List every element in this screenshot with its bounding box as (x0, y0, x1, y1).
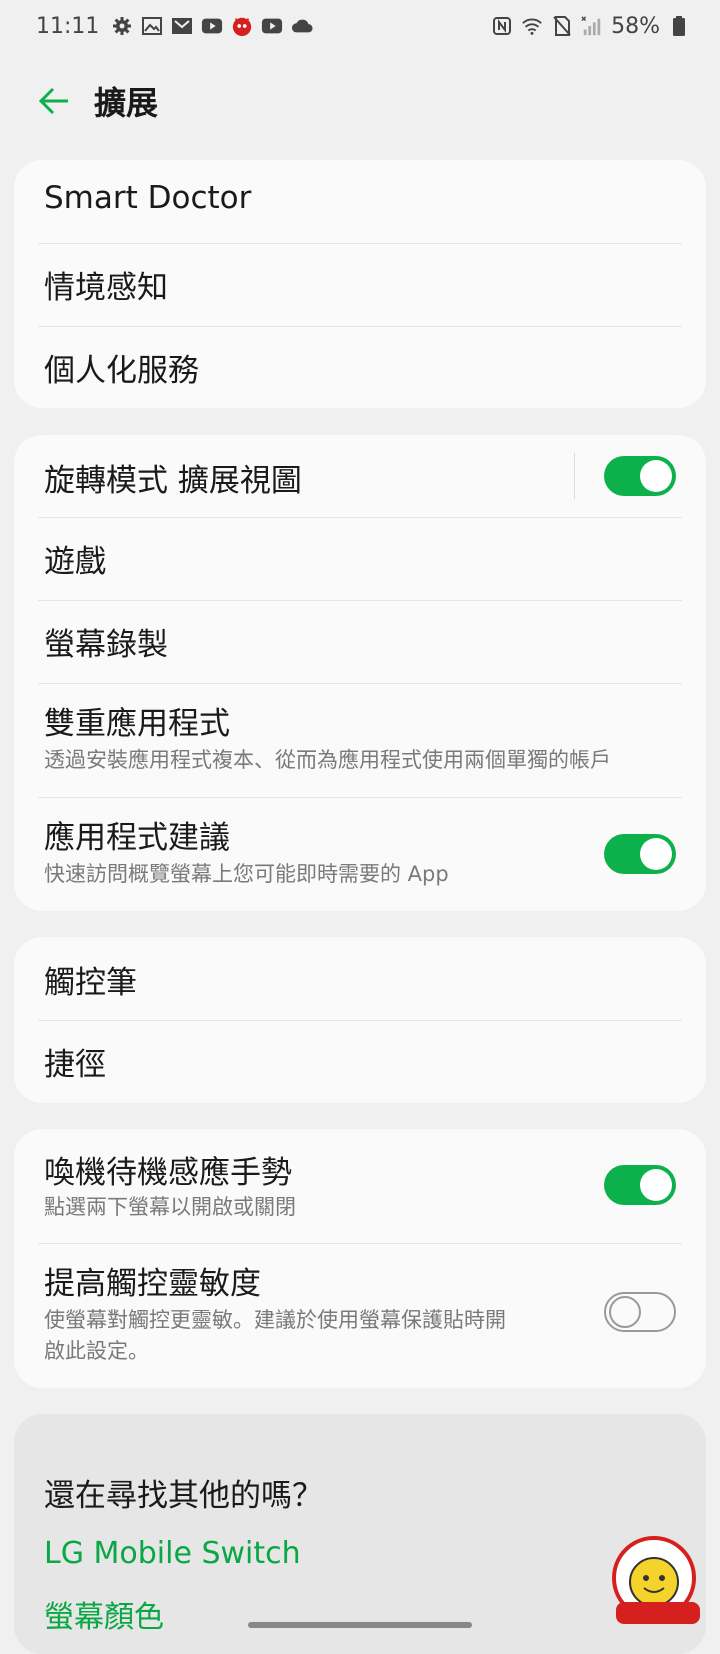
list-item-label: 雙重應用程式 (44, 706, 230, 742)
list-item-label: 提高觸控靈敏度 (44, 1266, 261, 1302)
list-item-knock-on[interactable]: 喚機待機感應手勢 點選兩下螢幕以開啟或關閉 (14, 1129, 706, 1243)
list-item-description-line1: 使螢幕對觸控更靈敏。建議於使用螢幕保護貼時開 (44, 1308, 506, 1332)
toggle-knob (609, 1296, 641, 1328)
settings-group-4: 喚機待機感應手勢 點選兩下螢幕以開啟或關閉 提高觸控靈敏度 使螢幕對觸控更靈敏。… (14, 1129, 706, 1388)
looking-for-more-card: 還在尋找其他的嗎？ LG Mobile Switch 螢幕顏色 (14, 1414, 706, 1654)
list-item-dual-app[interactable]: 雙重應用程式 透過安裝應用程式複本、從而為應用程式使用兩個單獨的帳戶 (14, 684, 706, 797)
more-title: 還在尋找其他的嗎？ (44, 1478, 323, 1514)
no-sim-icon (551, 15, 573, 37)
list-item-label: 個人化服務 (44, 353, 199, 389)
list-item-smart-doctor[interactable]: Smart Doctor (14, 160, 706, 243)
list-item-stylus[interactable]: 觸控筆 (14, 937, 706, 1020)
list-item-label: 捷徑 (44, 1047, 106, 1083)
youtube-icon (201, 15, 223, 37)
page-title: 擴展 (94, 84, 159, 122)
list-item-personalization[interactable]: 個人化服務 (14, 327, 706, 408)
eprice-watermark-logo (606, 1536, 706, 1628)
toggle-knob (640, 838, 672, 870)
list-item-label: 應用程式建議 (44, 820, 230, 856)
status-bar-right: 58% (491, 14, 690, 39)
toggle-switch[interactable] (604, 1165, 676, 1205)
status-time: 11:11 (36, 13, 100, 39)
list-item-description: 快速訪問概覽螢幕上您可能即時需要的 App (44, 862, 449, 886)
toggle-knob (640, 1169, 672, 1201)
youtube-icon (261, 15, 283, 37)
list-item-label: 觸控筆 (44, 965, 137, 1001)
list-item-label: 遊戲 (44, 544, 106, 580)
list-item-rotation-extended-view[interactable]: 旋轉模式 擴展視圖 (14, 435, 706, 517)
nfc-icon (491, 15, 513, 37)
list-item-screen-recording[interactable]: 螢幕錄製 (14, 601, 706, 683)
toggle-switch[interactable] (604, 1292, 676, 1332)
settings-group-2: 旋轉模式 擴展視圖 遊戲 螢幕錄製 雙重應用程式 透過安裝應用程式複本、從而為應… (14, 435, 706, 911)
list-item-label: 螢幕錄製 (44, 627, 168, 663)
settings-group-1: Smart Doctor 情境感知 個人化服務 (14, 160, 706, 408)
list-item-shortcuts[interactable]: 捷徑 (14, 1021, 706, 1103)
list-item-label: 情境感知 (44, 270, 168, 306)
list-item-touch-sensitivity[interactable]: 提高觸控靈敏度 使螢幕對觸控更靈敏。建議於使用螢幕保護貼時開 啟此設定。 (14, 1244, 706, 1388)
back-button[interactable] (36, 83, 72, 119)
cloud-icon (291, 15, 313, 37)
home-indicator[interactable] (248, 1622, 472, 1628)
list-item-description-line2: 啟此設定。 (44, 1339, 149, 1363)
list-item-label: 喚機待機感應手勢 (44, 1155, 292, 1191)
gmail-icon (171, 15, 193, 37)
list-item-context-awareness[interactable]: 情境感知 (14, 244, 706, 326)
list-item-game[interactable]: 遊戲 (14, 518, 706, 600)
list-item-description: 點選兩下螢幕以開啟或關閉 (44, 1195, 296, 1219)
link-lg-mobile-switch[interactable]: LG Mobile Switch (44, 1536, 301, 1571)
arrow-left-icon (38, 87, 68, 115)
toggle-switch[interactable] (604, 456, 676, 496)
vertical-separator (574, 453, 575, 499)
status-bar-left: 11:11 (36, 14, 313, 39)
toggle-knob (640, 460, 672, 492)
battery-percent: 58% (611, 13, 660, 39)
app-bar: 擴展 (0, 62, 720, 140)
battery-icon (668, 15, 690, 37)
list-item-label: Smart Doctor (44, 180, 252, 216)
list-item-label: 旋轉模式 擴展視圖 (44, 463, 302, 499)
toggle-switch[interactable] (604, 834, 676, 874)
link-screen-color[interactable]: 螢幕顏色 (44, 1592, 164, 1636)
list-item-app-suggestions[interactable]: 應用程式建議 快速訪問概覽螢幕上您可能即時需要的 App (14, 798, 706, 911)
image-icon (141, 15, 163, 37)
gear-icon (111, 15, 133, 37)
wifi-icon (521, 15, 543, 37)
status-bar: 11:11 58% (0, 0, 720, 52)
signal-icon (581, 15, 603, 37)
settings-group-3: 觸控筆 捷徑 (14, 937, 706, 1103)
antutu-icon (231, 15, 253, 37)
list-item-description: 透過安裝應用程式複本、從而為應用程式使用兩個單獨的帳戶 (44, 748, 611, 772)
